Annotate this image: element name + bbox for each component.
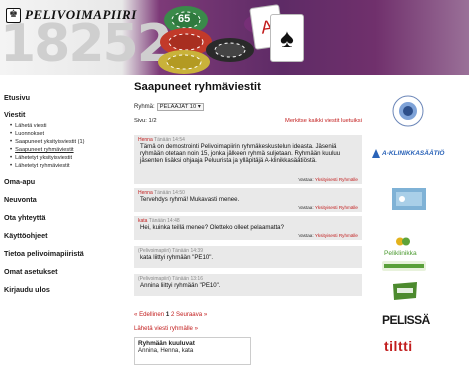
partner-square-logo-icon[interactable]: [392, 188, 426, 210]
group-dropdown[interactable]: PELAAJAT 10 ▾: [156, 103, 204, 111]
brand-logo[interactable]: ♚ PELIVOIMAPIIRI: [6, 7, 137, 23]
nav-etusivu[interactable]: Etusivu: [4, 93, 122, 102]
pager-page-2[interactable]: 2: [171, 311, 174, 318]
message-body: kata liittyi ryhmään "PE10".: [140, 254, 214, 261]
nav-item-inbox-private[interactable]: • Saapuneet yksityisviestit (1): [10, 138, 122, 146]
reply-private-link[interactable]: Yksityisesti: [315, 177, 338, 182]
tiltti-logo[interactable]: tiltti: [384, 338, 413, 354]
nav-kirjaudu-ulos[interactable]: Kirjaudu ulos: [4, 285, 122, 294]
reply-private-link[interactable]: Yksityisesti: [315, 233, 338, 238]
pager-next-link[interactable]: Seuraava »: [176, 311, 207, 318]
sidebar-nav: Etusivu Viestit • Lähetä viesti • Luonnoks…: [4, 93, 122, 294]
reply-links: Vastaa: Yksityisesti Ryhmälle: [298, 177, 358, 182]
reply-group-link[interactable]: Ryhmälle: [339, 177, 358, 182]
message-item: (Pelivoimapiiri) Tänään 14:39 kata liitt…: [134, 246, 362, 268]
page-title: Saapuneet ryhmäviestit: [134, 81, 261, 93]
peliklinikka-icon: [396, 237, 411, 246]
group-members-box: Ryhmään kuuluvat Annina, Henna, kata: [134, 337, 251, 365]
message-body: Tervehdys ryhmä! Mukavasti menee.: [140, 196, 240, 203]
peluuri-badge-logo-icon[interactable]: [392, 281, 418, 301]
send-group-message-link[interactable]: Lähetä viesti ryhmälle »: [134, 325, 198, 332]
header-banner: 18252 ♚ PELIVOIMAPIIRI 65 A ♠: [0, 0, 469, 75]
reply-group-link[interactable]: Ryhmälle: [339, 205, 358, 210]
brand-name: PELIVOIMAPIIRI: [25, 7, 137, 22]
brand-badge-icon: ♚: [6, 7, 21, 23]
members-list: Annina, Henna, kata: [138, 347, 194, 354]
pager-page-1: 1: [165, 311, 170, 318]
nav-viestit[interactable]: Viestit: [4, 110, 122, 119]
pelissa-logo[interactable]: PELISSÄ: [382, 313, 430, 327]
page-indicator: Sivu: 1/2: [134, 118, 157, 124]
peliklinikka-logo[interactable]: Peliklinikka: [384, 233, 417, 257]
chip-value: 65: [178, 13, 191, 25]
mark-all-read-link[interactable]: Merkitse kaikki viestit luetuiksi: [285, 118, 362, 124]
message-item: Henna Tänään 14:50 Tervehdys ryhmä! Muka…: [134, 188, 362, 212]
nav-item-send-message[interactable]: • Lähetä viesti: [10, 122, 122, 130]
nav-item-inbox-group[interactable]: • Saapuneet ryhmäviestit: [10, 146, 122, 154]
nav-viestit-submenu: • Lähetä viesti • Luonnokset • Saapuneet yk…: [10, 122, 122, 171]
reply-group-link[interactable]: Ryhmälle: [339, 233, 358, 238]
nav-tietoa[interactable]: Tietoa pelivoimapiiristä: [4, 249, 122, 258]
nav-omat-asetukset[interactable]: Omat asetukset: [4, 267, 122, 276]
message-body: Hei, kuinka teillä menee? Oletteko ollee…: [140, 224, 284, 231]
pagination: « Edellinen 1 2 Seuraava »: [134, 311, 207, 318]
message-body: Annina liittyi ryhmään "PE10".: [140, 282, 221, 289]
ray-logo-icon[interactable]: [392, 95, 424, 127]
reply-private-link[interactable]: Yksityisesti: [315, 205, 338, 210]
nav-item-sent-group[interactable]: • Lähetetyt ryhmäviestit: [10, 162, 122, 170]
group-selector: Ryhmä: PELAAJAT 10 ▾: [134, 103, 204, 111]
nav-oma-apu[interactable]: Oma-apu: [4, 177, 122, 186]
message-item: Henna Tänään 14:54 Tämä on demostrointi …: [134, 135, 362, 184]
pager-prev-link[interactable]: « Edellinen: [134, 311, 164, 318]
message-item: kata Tänään 14:48 Hei, kuinka teillä men…: [134, 216, 362, 240]
nav-item-drafts[interactable]: • Luonnokset: [10, 130, 122, 138]
a-klinikka-logo[interactable]: A-KLINIKKASÄÄTIÖ: [372, 149, 444, 158]
banner-number: 18252: [0, 14, 173, 74]
chevron-down-icon: ▾: [197, 104, 201, 110]
message-item: (Pelivoimapiiri) Tänään 13:16 Annina lii…: [134, 274, 362, 296]
main-content: Saapuneet ryhmäviestit Ryhmä: PELAAJAT 1…: [134, 81, 362, 365]
nav-kayttoohjeet[interactable]: Käyttöohjeet: [4, 231, 122, 240]
nav-neuvonta[interactable]: Neuvonta: [4, 195, 122, 204]
a-klinikka-icon: [372, 149, 380, 158]
card-spade: ♠: [270, 14, 304, 62]
members-title: Ryhmään kuuluvat: [138, 340, 195, 347]
green-banner-logo-icon[interactable]: [382, 261, 426, 271]
reply-links: Vastaa: Yksityisesti Ryhmälle: [298, 233, 358, 238]
nav-item-sent-private[interactable]: • Lähetetyt yksityisviestit: [10, 154, 122, 162]
reply-links: Vastaa: Yksityisesti Ryhmälle: [298, 205, 358, 210]
nav-ota-yhteytta[interactable]: Ota yhteyttä: [4, 213, 122, 222]
message-body: Tämä on demostrointi Pelivoimapiirin ryh…: [140, 143, 341, 165]
group-label: Ryhmä:: [134, 104, 155, 110]
